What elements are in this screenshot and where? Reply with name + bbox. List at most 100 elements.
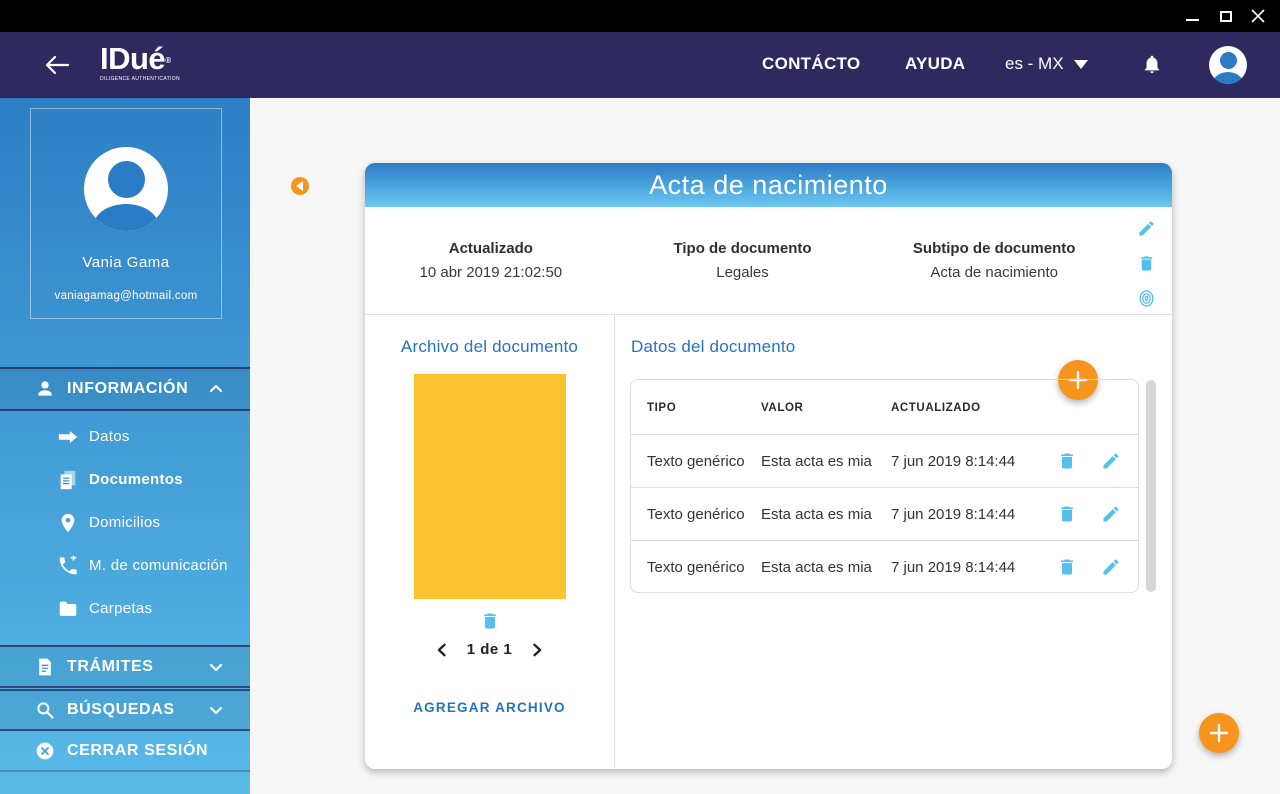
plus-icon xyxy=(1209,723,1229,743)
sidebar-item-medios-comunicacion[interactable]: M. de comunicación xyxy=(0,544,250,587)
person-icon xyxy=(38,381,52,396)
sidebar-section-busquedas[interactable]: BÚSQUEDAS xyxy=(0,689,250,731)
table-row: Texto genérico Esta acta es mia 7 jun 20… xyxy=(631,540,1138,592)
sidebar-section-tramites[interactable]: TRÁMITES xyxy=(0,645,250,688)
back-button[interactable] xyxy=(44,53,70,77)
sidebar-item-carpetas[interactable]: Carpetas xyxy=(0,587,250,630)
sidebar: Vania Gama vaniagamag@hotmail.com INFORM… xyxy=(0,98,250,794)
edit-row-button[interactable] xyxy=(1101,504,1121,524)
document-actions xyxy=(1120,207,1172,314)
fingerprint-button[interactable] xyxy=(1137,289,1156,308)
document-card-body: Archivo del documento 1 de 1 AGREGAR ARC… xyxy=(365,315,1172,768)
next-page-button[interactable] xyxy=(531,643,544,657)
document-card-header: Acta de nacimiento xyxy=(365,163,1172,207)
profile-name: Vania Gama xyxy=(82,254,170,271)
sidebar-item-label: M. de comunicación xyxy=(89,557,228,574)
notifications-button[interactable] xyxy=(1142,54,1162,76)
meta-subtipo-documento: Subtipo de documento Acta de nacimiento xyxy=(868,207,1120,314)
meta-label: Actualizado xyxy=(448,240,533,257)
meta-value: 10 abr 2019 21:02:50 xyxy=(419,264,563,281)
sidebar-section-informacion[interactable]: INFORMACIÓN xyxy=(0,367,250,411)
chevron-down-icon xyxy=(209,706,223,715)
sidebar-item-label: Datos xyxy=(89,428,130,445)
delete-document-button[interactable] xyxy=(1137,254,1156,273)
minimize-button[interactable] xyxy=(1176,0,1208,32)
delete-file-button[interactable] xyxy=(480,611,500,631)
sidebar-item-documentos[interactable]: Documentos xyxy=(0,458,250,501)
document-icon xyxy=(39,658,51,675)
language-selector[interactable]: es - MX xyxy=(1005,54,1088,74)
cell-valor: Esta acta es mia xyxy=(761,452,872,470)
cell-actualizado: 7 jun 2019 8:14:44 xyxy=(891,505,1016,523)
document-card: Acta de nacimiento Actualizado 10 abr 20… xyxy=(365,163,1172,769)
logo-subtitle: DILIGENCE AUTHENTICATION xyxy=(100,76,180,82)
language-value: es - MX xyxy=(1005,54,1064,73)
edit-row-button[interactable] xyxy=(1101,557,1121,577)
column-header-valor: VALOR xyxy=(761,402,804,414)
maximize-button[interactable] xyxy=(1210,0,1242,32)
sidebar-collapse-toggle[interactable] xyxy=(291,177,309,195)
cell-tipo: Texto genérico xyxy=(647,452,745,470)
column-header-actualizado: ACTUALIZADO xyxy=(891,402,981,414)
bell-icon xyxy=(1145,55,1159,74)
app-logo: IDué® DILIGENCE AUTHENTICATION xyxy=(100,41,180,83)
triangle-left-icon xyxy=(296,181,303,191)
logo-text: IDué xyxy=(100,41,166,76)
table-row: Texto genérico Esta acta es mia 7 jun 20… xyxy=(631,487,1138,540)
table-header-row: TIPO VALOR ACTUALIZADO xyxy=(631,380,1138,434)
nav-contact-link[interactable]: CONTÁCTO xyxy=(762,54,860,74)
close-button[interactable] xyxy=(1242,0,1274,32)
data-panel: Datos del documento TIPO VALOR ACTUALIZA… xyxy=(615,315,1172,768)
meta-value: Acta de nacimiento xyxy=(930,264,1058,281)
add-file-button[interactable]: AGREGAR ARCHIVO xyxy=(413,700,566,715)
previous-page-button[interactable] xyxy=(435,643,448,657)
sidebar-logout[interactable]: CERRAR SESIÓN xyxy=(0,732,250,772)
folder-icon xyxy=(59,601,77,616)
sidebar-item-label: Carpetas xyxy=(89,600,153,617)
close-circle-icon xyxy=(36,742,54,760)
delete-row-button[interactable] xyxy=(1057,451,1077,471)
file-panel-title: Archivo del documento xyxy=(400,337,579,356)
delete-row-button[interactable] xyxy=(1057,557,1077,577)
column-header-tipo: TIPO xyxy=(647,402,677,414)
app-window: IDué® DILIGENCE AUTHENTICATION CONTÁCTO … xyxy=(0,0,1280,794)
profile-avatar xyxy=(84,147,168,231)
sidebar-item-domicilios[interactable]: Domicilios xyxy=(0,501,250,544)
profile-email: vaniagamag@hotmail.com xyxy=(54,290,198,302)
edit-document-button[interactable] xyxy=(1137,219,1156,238)
file-pagination: 1 de 1 xyxy=(365,641,614,658)
table-scrollbar[interactable] xyxy=(1146,380,1156,592)
delete-row-button[interactable] xyxy=(1057,504,1077,524)
minimize-icon xyxy=(1185,19,1199,21)
phone-icon xyxy=(59,555,77,574)
avatar-person-icon xyxy=(1219,52,1237,69)
avatar-person-icon xyxy=(107,161,145,198)
cell-tipo: Texto genérico xyxy=(647,558,745,576)
sidebar-item-datos[interactable]: Datos xyxy=(0,415,250,458)
documents-icon xyxy=(60,470,76,489)
search-icon xyxy=(37,702,54,719)
edit-row-button[interactable] xyxy=(1101,451,1121,471)
document-meta: Actualizado 10 abr 2019 21:02:50 Tipo de… xyxy=(365,207,1172,315)
registered-mark: ® xyxy=(165,56,171,65)
document-title: Acta de nacimiento xyxy=(649,169,888,200)
location-pin-icon xyxy=(61,513,75,532)
back-arrow-icon xyxy=(45,55,70,75)
user-avatar[interactable] xyxy=(1209,46,1247,84)
row-actions xyxy=(1041,451,1138,471)
chevron-down-icon xyxy=(1073,59,1088,69)
profile-card: Vania Gama vaniagamag@hotmail.com xyxy=(30,108,222,319)
section-label: BÚSQUEDAS xyxy=(67,701,175,718)
sidebar-informacion-submenu: Datos Documentos Domicilios M. de comuni… xyxy=(0,415,250,630)
chevron-down-icon xyxy=(209,663,223,671)
window-titlebar xyxy=(0,0,1280,32)
meta-label: Tipo de documento xyxy=(673,240,812,257)
data-panel-title: Datos del documento xyxy=(631,337,796,356)
nav-help-link[interactable]: AYUDA xyxy=(905,54,965,74)
cell-actualizado: 7 jun 2019 8:14:44 xyxy=(891,558,1016,576)
meta-value: Legales xyxy=(716,264,769,281)
add-document-button[interactable] xyxy=(1199,713,1239,753)
section-label: INFORMACIÓN xyxy=(67,380,189,397)
file-panel: Archivo del documento 1 de 1 AGREGAR ARC… xyxy=(365,315,615,768)
meta-actualizado: Actualizado 10 abr 2019 21:02:50 xyxy=(365,207,617,314)
